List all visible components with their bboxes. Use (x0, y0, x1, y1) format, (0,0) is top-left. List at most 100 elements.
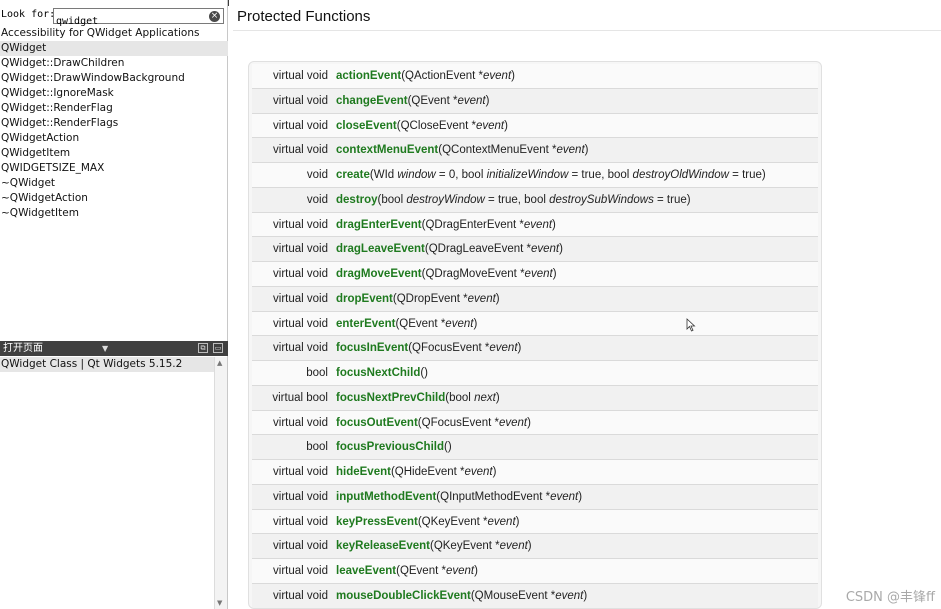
return-type: virtual void (273, 416, 328, 429)
function-args: (QKeyEvent *event) (429, 540, 532, 553)
return-type: virtual void (273, 317, 328, 330)
return-type: virtual void (273, 540, 328, 553)
clear-search-icon[interactable]: × (209, 11, 220, 22)
function-row: virtual void mouseDoubleClickEvent(QMouse… (252, 583, 818, 608)
function-link[interactable]: destroy (336, 194, 378, 206)
index-item[interactable]: ~QWidget (0, 176, 228, 191)
title-divider (233, 30, 941, 31)
function-link[interactable]: focusNextChild (336, 367, 420, 379)
function-args: (WId window = 0, bool initializeWindow =… (369, 169, 766, 181)
open-page-item[interactable]: QWidget Class | Qt Widgets 5.15.2 (0, 357, 214, 372)
function-link[interactable]: keyReleaseEvent (336, 540, 430, 552)
function-args: (QMouseEvent *event) (470, 589, 588, 602)
function-link[interactable]: focusOutEvent (336, 417, 418, 429)
return-type: virtual void (273, 565, 328, 577)
function-signature: focusPreviousChild() (336, 441, 452, 453)
function-link[interactable]: closeEvent (336, 120, 397, 132)
index-item[interactable]: QWidget (0, 41, 228, 56)
index-item[interactable]: QWidgetAction (0, 131, 228, 146)
function-link[interactable]: changeEvent (336, 95, 408, 107)
return-type: virtual void (273, 243, 328, 256)
function-link[interactable]: dragLeaveEvent (336, 243, 425, 255)
return-type: virtual void (273, 490, 328, 503)
function-signature: dragLeaveEvent(QDragLeaveEvent *event) (336, 243, 563, 255)
function-row: void destroy(bool destroyWindow = true, b… (252, 187, 818, 213)
function-signature: closeEvent(QCloseEvent *event) (336, 120, 508, 132)
help-sidebar: Look for: × Accessibility for QWidget Ap… (0, 0, 228, 609)
index-item[interactable]: Accessibility for QWidget Applications (0, 26, 228, 41)
function-signature: hideEvent(QHideEvent *event) (336, 466, 496, 478)
function-link[interactable]: create (336, 169, 370, 181)
function-row: virtual void focusInEvent(QFocusEvent *ev… (252, 336, 818, 361)
function-row: bool focusPreviousChild() (252, 435, 818, 460)
index-item[interactable]: QWidgetItem (0, 146, 228, 161)
close-panel-icon[interactable]: ▭ (213, 343, 223, 353)
index-item[interactable]: QWidget::DrawWindowBackground (0, 71, 228, 86)
mouse-cursor-icon (686, 318, 696, 332)
open-pages-header: 打开页面 ▼ ⧉ ▭ (0, 341, 228, 356)
function-args: (QEvent *event) (396, 565, 478, 577)
function-args: (bool destroyWindow = true, bool destroy… (377, 193, 691, 206)
function-args: (QFocusEvent *event) (417, 416, 531, 429)
function-link[interactable]: hideEvent (336, 466, 391, 478)
function-link[interactable]: focusInEvent (336, 342, 408, 354)
index-search-box[interactable]: × (53, 8, 224, 29)
index-item[interactable]: QWIDGETSIZE_MAX (0, 161, 228, 176)
function-row: virtual void actionEvent(QActionEvent *ev… (252, 64, 818, 89)
function-args: (QEvent *event) (407, 94, 490, 107)
open-pages-dropdown-icon[interactable]: ▼ (102, 341, 108, 356)
function-row: virtual void contextMenuEvent(QContextMen… (252, 138, 818, 163)
index-item[interactable]: QWidget::RenderFlags (0, 116, 228, 131)
index-search-row: Look for: × (0, 7, 228, 29)
index-item[interactable]: ~QWidgetItem (0, 206, 228, 221)
open-pages-title: 打开页面 (3, 343, 43, 354)
return-type: virtual void (273, 144, 328, 157)
scroll-up-icon[interactable]: ▲ (217, 359, 222, 367)
function-link[interactable]: dragMoveEvent (336, 268, 422, 280)
function-link[interactable]: actionEvent (336, 70, 401, 82)
function-link[interactable]: dragEnterEvent (336, 219, 422, 231)
protected-functions-table: virtual void actionEvent(QActionEvent *ev… (248, 61, 822, 609)
function-args: (QInputMethodEvent *event) (436, 490, 583, 503)
function-link[interactable]: focusPreviousChild (336, 441, 444, 453)
function-link[interactable]: enterEvent (336, 318, 395, 330)
open-pages-scrollbar[interactable]: ▲ ▼ (214, 357, 227, 609)
function-row: virtual void hideEvent(QHideEvent *event) (252, 460, 818, 485)
index-item[interactable]: QWidget::RenderFlag (0, 101, 228, 116)
index-item[interactable]: QWidget::IgnoreMask (0, 86, 228, 101)
index-item[interactable]: ~QWidgetAction (0, 191, 228, 206)
function-row: virtual void focusOutEvent(QFocusEvent *e… (252, 410, 818, 436)
function-link[interactable]: contextMenuEvent (336, 144, 438, 156)
function-row: virtual void keyReleaseEvent(QKeyEvent *e… (252, 534, 818, 559)
index-result-list: Accessibility for QWidget Applications QW… (0, 26, 228, 221)
function-row: bool focusNextChild() (252, 361, 818, 386)
return-type: virtual void (273, 268, 328, 280)
function-link[interactable]: mouseDoubleClickEvent (336, 590, 471, 602)
index-item[interactable]: QWidget::DrawChildren (0, 56, 228, 71)
return-type: virtual void (273, 589, 328, 602)
look-for-label: Look for: (1, 9, 56, 20)
function-link[interactable]: inputMethodEvent (336, 491, 436, 503)
function-link[interactable]: focusNextPrevChild (336, 392, 445, 404)
function-link[interactable]: keyPressEvent (336, 516, 418, 528)
function-args: (QFocusEvent *event) (408, 342, 522, 355)
float-panel-icon[interactable]: ⧉ (198, 343, 208, 353)
function-args: (QContextMenuEvent *event) (438, 144, 589, 157)
function-row: void create(WId window = 0, bool initiali… (252, 163, 818, 188)
function-args: (QHideEvent *event) (390, 466, 497, 478)
scroll-down-icon[interactable]: ▼ (217, 599, 222, 607)
function-row: virtual void changeEvent(QEvent *event) (252, 88, 818, 114)
watermark: CSDN @丰锋ff (845, 590, 935, 605)
return-type: virtual void (273, 94, 328, 107)
function-link[interactable]: leaveEvent (336, 565, 396, 577)
return-type: void (306, 193, 328, 206)
function-signature: dragEnterEvent(QDragEnterEvent *event) (336, 219, 556, 231)
function-signature: actionEvent(QActionEvent *event) (336, 70, 515, 82)
function-signature: focusNextPrevChild(bool next) (336, 392, 500, 404)
return-type: void (306, 169, 328, 181)
function-row: virtual bool focusNextPrevChild(bool next… (252, 385, 818, 411)
return-type: virtual void (273, 70, 328, 82)
function-args: (QActionEvent *event) (401, 70, 515, 82)
function-args: (bool next) (445, 391, 500, 404)
function-link[interactable]: dropEvent (336, 293, 393, 305)
